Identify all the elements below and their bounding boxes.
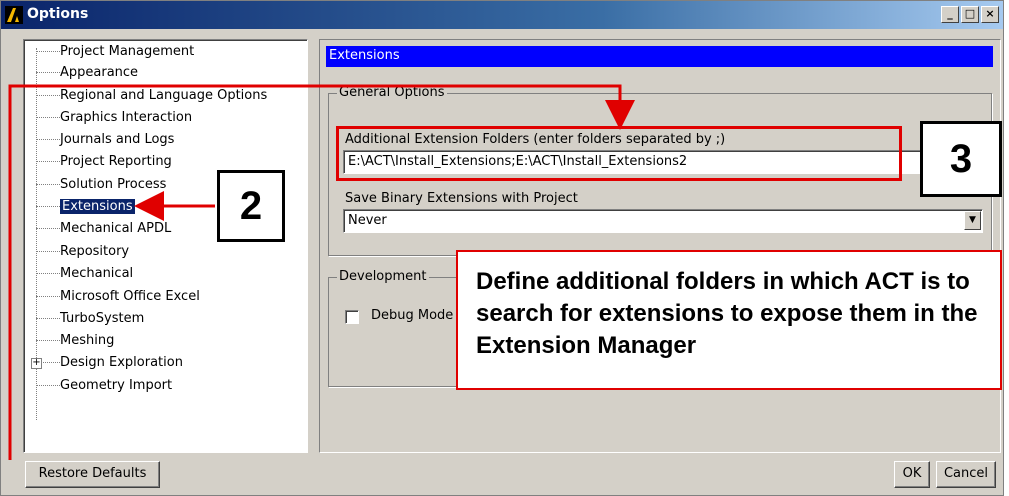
tree-item-turbosystem[interactable]: TurboSystem (36, 311, 144, 332)
title-bar: Options _ □ × (1, 1, 1003, 29)
restore-defaults-button[interactable]: Restore Defaults (25, 461, 160, 488)
options-tree[interactable]: Project Management Appearance Regional a… (23, 39, 308, 453)
debug-mode-checkbox[interactable] (345, 310, 359, 324)
tree-item-repository[interactable]: Repository (36, 244, 129, 265)
callout-text: Define additional folders in which ACT i… (456, 250, 1002, 390)
window-title: Options (27, 6, 89, 22)
tree-item-project-management[interactable]: Project Management (36, 44, 194, 65)
development-title: Development (337, 269, 429, 284)
general-options-title: General Options (337, 85, 447, 100)
step-2-label: 2 (217, 170, 285, 242)
tree-item-mechanical-apdl[interactable]: Mechanical APDL (36, 221, 171, 242)
binary-extensions-label: Save Binary Extensions with Project (345, 191, 578, 206)
tree-item-extensions[interactable]: Extensions (36, 199, 135, 220)
cancel-button[interactable]: Cancel (936, 461, 996, 488)
tree-item-appearance[interactable]: Appearance (36, 65, 138, 86)
maximize-button[interactable]: □ (961, 6, 979, 23)
tree-item-solution-process[interactable]: Solution Process (36, 177, 166, 198)
close-button[interactable]: × (981, 6, 999, 23)
tree-item-design-exploration[interactable]: + Design Exploration (31, 355, 183, 376)
binary-extensions-select[interactable]: Never ▼ (343, 209, 983, 233)
tree-item-geometry-import[interactable]: Geometry Import (36, 378, 172, 399)
panel-header: Extensions (326, 46, 993, 67)
minimize-button[interactable]: _ (941, 6, 959, 23)
settings-pane: Extensions General Options Additional Ex… (319, 39, 1001, 453)
chevron-down-icon[interactable]: ▼ (964, 211, 981, 230)
tree-item-journals-logs[interactable]: Journals and Logs (36, 132, 174, 153)
ansys-logo-icon (5, 6, 23, 24)
tree-item-microsoft-office-excel[interactable]: Microsoft Office Excel (36, 289, 200, 310)
options-window: Options _ □ × Project Management Appeara… (0, 0, 1004, 496)
folders-highlight-box (336, 126, 902, 181)
binary-extensions-value: Never (348, 213, 387, 228)
tree-item-project-reporting[interactable]: Project Reporting (36, 154, 172, 175)
tree-item-meshing[interactable]: Meshing (36, 333, 114, 354)
debug-mode-label: Debug Mode (371, 308, 454, 323)
tree-item-mechanical[interactable]: Mechanical (36, 266, 133, 287)
tree-item-regional-language[interactable]: Regional and Language Options (36, 88, 267, 109)
step-3-label: 3 (920, 121, 1002, 197)
tree-item-graphics-interaction[interactable]: Graphics Interaction (36, 110, 192, 131)
ok-button[interactable]: OK (894, 461, 930, 488)
expand-icon[interactable]: + (31, 358, 42, 369)
